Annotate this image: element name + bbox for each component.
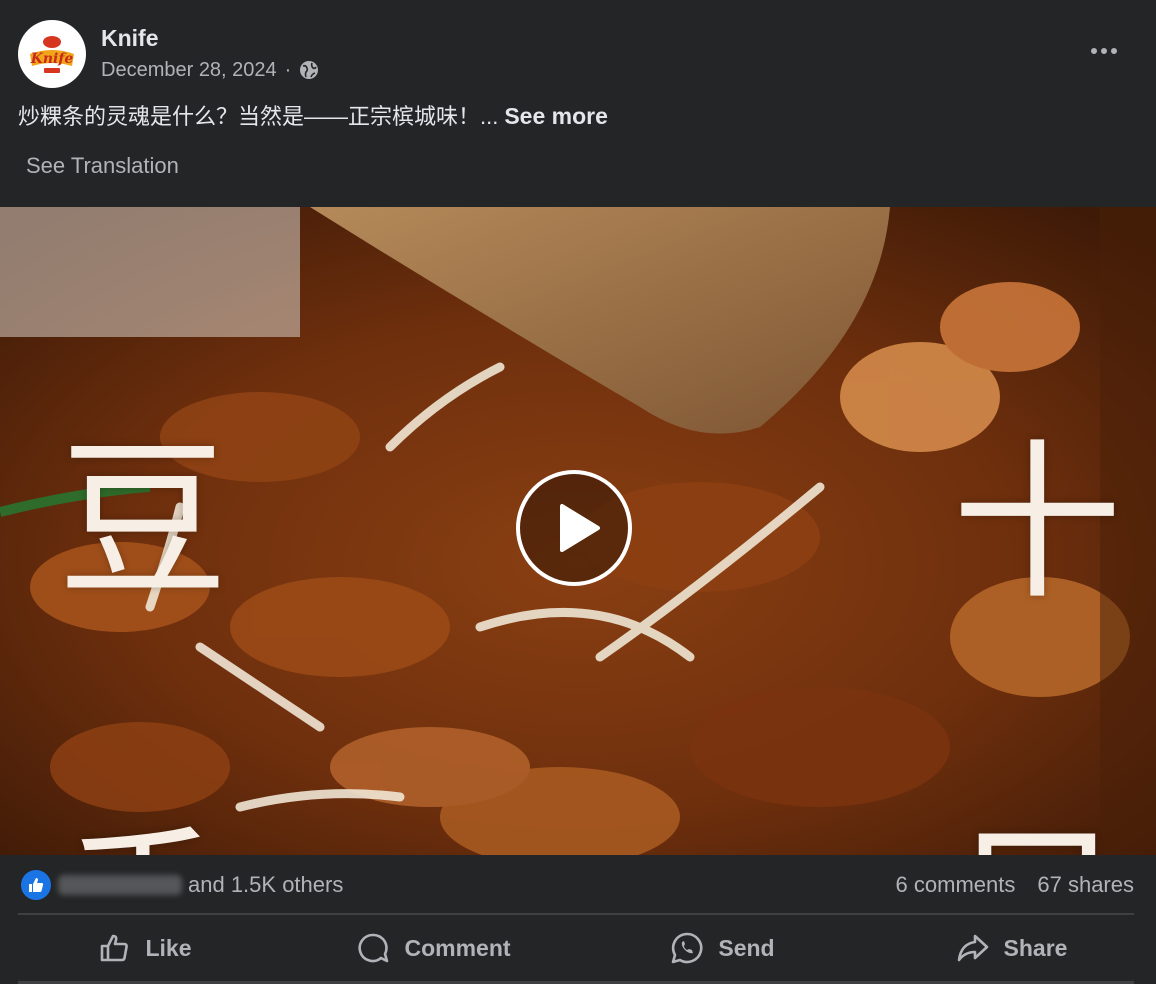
see-translation-link[interactable]: See Translation [26, 153, 179, 179]
like-label: Like [145, 934, 192, 961]
overlay-char-4: 足 [950, 825, 1120, 855]
facebook-post: Knife Knife December 28, 2024 · 炒粿条的灵魂是什… [0, 0, 1156, 984]
share-button[interactable]: Share [867, 918, 1156, 978]
reactor-name-blurred [58, 875, 182, 895]
overlay-char-2: 十 [952, 425, 1123, 623]
send-button[interactable]: Send [578, 918, 867, 978]
overlay-char-3: 香 [58, 825, 228, 855]
avatar[interactable]: Knife [18, 20, 86, 88]
post-meta: December 28, 2024 · [101, 55, 319, 85]
send-label: Send [718, 934, 775, 961]
post-stats: and 1.5K others 6 comments 67 shares [20, 868, 1134, 902]
thumbs-up-icon [101, 934, 129, 962]
share-icon [957, 934, 988, 962]
divider [18, 913, 1134, 915]
meta-separator: · [284, 59, 292, 81]
comment-icon [358, 933, 389, 963]
reactions-count[interactable]: and 1.5K others [188, 872, 343, 898]
comment-button[interactable]: Comment [289, 918, 578, 978]
post-header: Knife Knife December 28, 2024 · [18, 18, 319, 90]
logo-text: Knife [30, 51, 74, 67]
shares-count[interactable]: 67 shares [1037, 872, 1134, 898]
caption-text: 炒粿条的灵魂是什么？当然是——正宗槟城味！... [18, 104, 499, 129]
like-button[interactable]: Like [0, 918, 289, 978]
whatsapp-icon [672, 932, 703, 964]
author-name[interactable]: Knife [101, 23, 319, 53]
post-caption: 炒粿条的灵魂是什么？当然是——正宗槟城味！... See more [18, 100, 608, 133]
like-reaction-icon[interactable] [20, 869, 52, 901]
globe-icon [300, 61, 319, 79]
play-button[interactable] [516, 470, 632, 586]
play-icon [560, 504, 600, 552]
stats-right: 6 comments 67 shares [896, 872, 1134, 898]
like-icon [29, 878, 44, 892]
overlay-char-1: 豆 [58, 423, 229, 621]
action-bar: Like Comment Send Share [0, 918, 1156, 978]
comments-count[interactable]: 6 comments [896, 872, 1016, 898]
post-date[interactable]: December 28, 2024 [101, 55, 277, 85]
comment-label: Comment [404, 934, 511, 961]
more-options-icon[interactable] [1088, 36, 1120, 66]
knife-logo: Knife [25, 27, 79, 81]
share-label: Share [1003, 934, 1068, 961]
header-text: Knife December 28, 2024 · [101, 23, 319, 85]
see-more-link[interactable]: See more [504, 103, 608, 129]
